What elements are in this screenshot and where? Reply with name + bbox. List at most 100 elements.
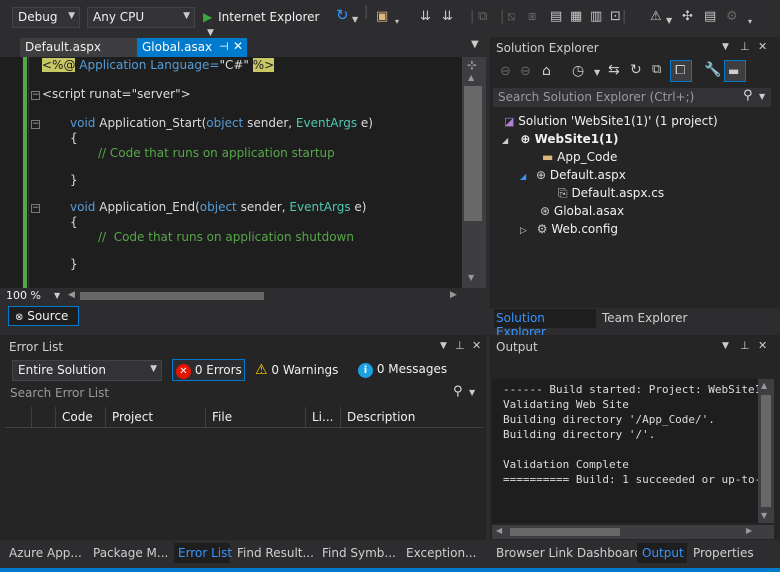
close-icon[interactable]: ✕	[758, 339, 767, 352]
output-text-area[interactable]: ------ Build started: Project: WebSite1(…	[492, 379, 758, 523]
tree-item-app-code[interactable]: ▬ App_Code	[542, 150, 617, 164]
chevron-down-icon[interactable]: ▼	[759, 92, 765, 101]
build-icon[interactable]: ⇊	[420, 9, 431, 25]
document-icon[interactable]: ▤	[550, 9, 562, 25]
source-view-tab[interactable]: ⊗ Source	[8, 306, 79, 326]
configuration-dropdown[interactable]: Debug ▼	[12, 7, 80, 28]
tab-global-asax[interactable]: Global.asax ⊣ ✕	[137, 38, 247, 57]
collapse-icon[interactable]: −	[31, 204, 40, 213]
tab-azure-app[interactable]: Azure App...	[9, 546, 82, 560]
code-editor[interactable]: <%@ Application Language="C#" %> − <scri…	[0, 57, 486, 288]
tree-item-default-aspx-cs[interactable]: ⎘ Default.aspx.cs	[558, 186, 664, 201]
messages-filter-button[interactable]: i 0 Messages	[358, 362, 447, 378]
scroll-down-icon[interactable]: ▼	[761, 511, 767, 520]
chevron-down-icon[interactable]: ▼	[440, 341, 447, 351]
refresh-icon[interactable]: ↻	[630, 62, 642, 78]
chevron-down-icon[interactable]: ▼	[594, 68, 600, 77]
scroll-up-icon[interactable]: ▲	[468, 73, 474, 82]
attach-icon[interactable]: ⧉	[478, 9, 487, 25]
chevron-down-icon[interactable]: ▼	[54, 291, 60, 300]
errors-filter-button[interactable]: ✕ 0 Errors	[172, 359, 245, 381]
column-header-line[interactable]: Li...	[312, 410, 333, 424]
pin-icon[interactable]: ⊥	[740, 40, 750, 53]
history-icon[interactable]: ◷	[572, 63, 584, 79]
add-item-icon[interactable]: ▤	[704, 9, 716, 25]
tab-list-dropdown[interactable]: ▼	[471, 39, 479, 50]
browse-folder-icon[interactable]: ▣	[376, 9, 388, 25]
comment-icon[interactable]: ⧅	[507, 9, 515, 25]
scroll-right-icon[interactable]: ▶	[746, 526, 752, 535]
scroll-left-icon[interactable]: ◀	[496, 526, 502, 535]
close-icon[interactable]: ✕	[472, 339, 481, 352]
tree-item-global-asax[interactable]: ⊛ Global.asax	[540, 204, 624, 218]
output-vscroll[interactable]: ▲ ▼	[758, 379, 774, 523]
platform-dropdown[interactable]: Any CPU ▼	[87, 7, 195, 28]
column-header-description[interactable]: Description	[347, 410, 415, 424]
tab-browser-link-dashboard[interactable]: Browser Link Dashboard	[496, 546, 642, 560]
search-icon[interactable]: ⚲	[453, 384, 463, 399]
chevron-down-icon[interactable]: ▼	[666, 13, 672, 29]
tree-item-default-aspx[interactable]: ◢ ⊕ Default.aspx	[520, 168, 626, 182]
refresh-icon[interactable]: ↻	[336, 7, 349, 23]
column-header-file[interactable]: File	[212, 410, 232, 424]
bookmark-icon[interactable]: ▦	[570, 9, 582, 25]
scroll-up-icon[interactable]: ▲	[761, 381, 767, 390]
tab-solution-explorer[interactable]: Solution Explorer	[494, 309, 596, 339]
scroll-down-icon[interactable]: ▼	[468, 273, 474, 282]
show-all-files-button[interactable]: ⧠	[670, 60, 692, 82]
settings-icon[interactable]: ⚙	[726, 9, 738, 25]
tree-item-website[interactable]: ◢ ⊕ WebSite1(1)	[502, 132, 618, 146]
forward-icon[interactable]: ⊖	[520, 64, 531, 79]
tab-team-explorer[interactable]: Team Explorer	[602, 311, 688, 325]
scroll-right-icon[interactable]: ▶	[450, 290, 457, 300]
chevron-down-icon[interactable]: ▾	[748, 14, 752, 30]
hscroll-thumb[interactable]	[510, 528, 620, 536]
column-header-project[interactable]: Project	[112, 410, 153, 424]
tab-find-results[interactable]: Find Result...	[237, 546, 314, 560]
solution-search-input[interactable]: Search Solution Explorer (Ctrl+;) ⚲ ▼	[493, 88, 771, 107]
properties-wrench-icon[interactable]: 🔧	[704, 62, 721, 78]
build-all-icon[interactable]: ⇊	[442, 9, 453, 25]
tab-find-symbol[interactable]: Find Symb...	[322, 546, 396, 560]
new-project-icon[interactable]: ✣	[682, 9, 693, 25]
scroll-thumb[interactable]	[464, 86, 482, 221]
tree-item-web-config[interactable]: ▷ ⚙ Web.config	[520, 222, 618, 236]
tab-properties[interactable]: Properties	[693, 546, 754, 560]
collapse-icon[interactable]: −	[31, 91, 40, 100]
tab-package-manager[interactable]: Package M...	[93, 546, 168, 560]
start-debugging-button[interactable]: ▶ Internet Explorer ▼	[203, 8, 330, 38]
chevron-down-icon[interactable]: ▼	[469, 388, 475, 397]
back-icon[interactable]: ⊖	[500, 64, 511, 79]
scroll-left-icon[interactable]: ◀	[68, 290, 75, 300]
preview-selected-button[interactable]: ▬	[724, 60, 746, 82]
pin-icon[interactable]: ⊥	[740, 339, 750, 352]
hscroll-thumb[interactable]	[80, 292, 264, 300]
zoom-level[interactable]: 100 %	[6, 289, 41, 302]
chevron-down-icon[interactable]: ▾	[395, 14, 399, 30]
collapse-icon[interactable]: −	[31, 120, 40, 129]
tab-output[interactable]: Output	[642, 546, 684, 560]
output-hscroll[interactable]: ◀ ▶	[492, 525, 774, 539]
feedback-icon[interactable]: ⚠	[650, 9, 662, 25]
pin-icon[interactable]: ⊥	[455, 339, 465, 352]
sync-icon[interactable]: ⇆	[608, 62, 620, 78]
tab-exception-settings[interactable]: Exception...	[406, 546, 477, 560]
split-icon[interactable]: ⊹	[467, 58, 477, 72]
warnings-filter-button[interactable]: ⚠ 0 Warnings	[255, 362, 338, 378]
close-icon[interactable]: ✕	[758, 40, 767, 53]
tab-default-aspx[interactable]: Default.aspx	[20, 38, 137, 57]
home-icon[interactable]: ⌂	[542, 63, 551, 79]
indent-icon[interactable]: ⊡	[610, 9, 621, 25]
pin-icon[interactable]: ⊣	[219, 40, 229, 53]
uncomment-icon[interactable]: ⧆	[528, 9, 536, 25]
column-header-code[interactable]: Code	[62, 410, 93, 424]
chevron-down-icon[interactable]: ▼	[722, 341, 729, 351]
format-icon[interactable]: ▥	[590, 9, 602, 25]
chevron-down-icon[interactable]: ▼	[722, 42, 729, 52]
close-icon[interactable]: ✕	[233, 39, 243, 53]
error-search-input[interactable]: Search Error List ⚲ ▼	[5, 384, 481, 403]
search-icon[interactable]: ⚲	[743, 88, 753, 103]
tab-error-list[interactable]: Error List	[178, 546, 232, 560]
scope-dropdown[interactable]: Entire Solution ▼	[12, 360, 162, 381]
collapse-all-icon[interactable]: ⧉	[652, 62, 661, 77]
